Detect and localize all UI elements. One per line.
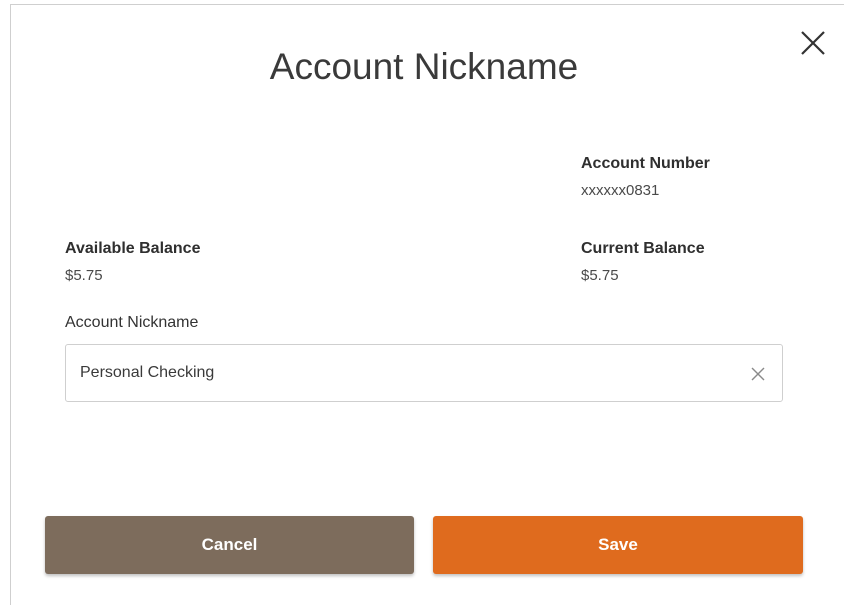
available-balance-label: Available Balance: [65, 240, 201, 257]
current-balance-label: Current Balance: [581, 240, 705, 257]
close-icon: [801, 31, 825, 55]
nickname-input[interactable]: [80, 345, 720, 401]
current-balance-value: $5.75: [581, 267, 619, 284]
current-balance-field: Current Balance $5.75: [581, 239, 705, 287]
nickname-input-label: Account Nickname: [65, 314, 199, 331]
nickname-input-wrapper: [65, 344, 783, 402]
cancel-button[interactable]: Cancel: [45, 516, 414, 574]
account-number-value: xxxxxx0831: [581, 182, 660, 199]
account-number-field: Account Number xxxxxx0831: [581, 154, 710, 202]
available-balance-value: $5.75: [65, 267, 103, 284]
clear-input-button[interactable]: [748, 364, 768, 384]
clear-input-icon: [751, 367, 765, 381]
save-button[interactable]: Save: [433, 516, 803, 574]
account-number-label: Account Number: [581, 155, 710, 172]
available-balance-field: Available Balance $5.75: [65, 239, 200, 287]
account-nickname-dialog: Account Nickname Account Number xxxxxx08…: [10, 4, 844, 605]
dialog-title: Account Nickname: [269, 46, 579, 87]
close-button[interactable]: [793, 23, 833, 63]
